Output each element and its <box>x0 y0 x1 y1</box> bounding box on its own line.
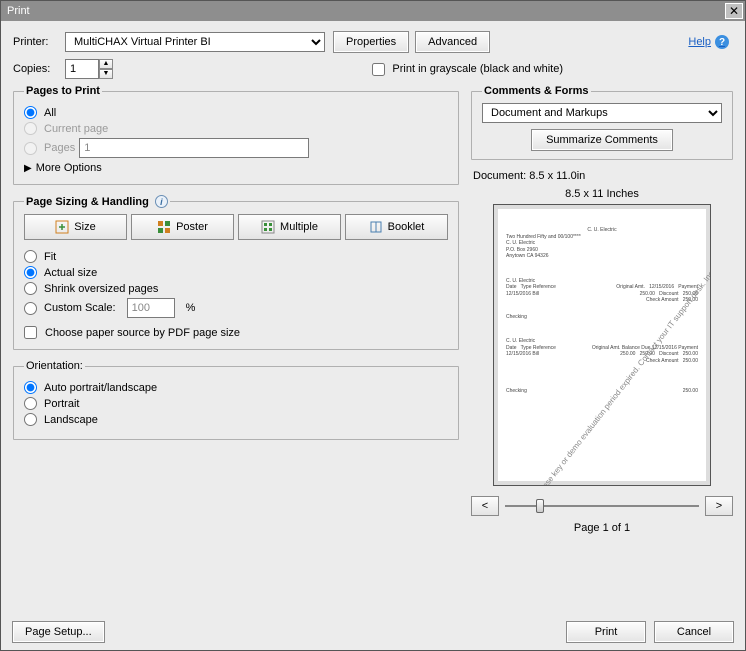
radio-fit-label: Fit <box>44 251 56 263</box>
radio-actual[interactable] <box>24 266 37 279</box>
comments-legend: Comments & Forms <box>482 85 591 97</box>
close-button[interactable]: ✕ <box>725 3 743 19</box>
triangle-right-icon: ▶ <box>24 163 32 174</box>
info-icon[interactable]: i <box>155 195 168 208</box>
tab-booklet[interactable]: Booklet <box>345 214 448 240</box>
radio-landscape-label: Landscape <box>44 414 98 426</box>
close-icon: ✕ <box>729 4 739 18</box>
copies-label: Copies: <box>13 63 65 75</box>
orientation-legend: Orientation: <box>24 360 85 372</box>
radio-pages-label: Pages <box>44 142 75 154</box>
choose-source-label: Choose paper source by PDF page size <box>45 327 240 339</box>
grayscale-label: Print in grayscale (black and white) <box>392 63 563 75</box>
radio-auto-orient-label: Auto portrait/landscape <box>44 382 157 394</box>
radio-actual-label: Actual size <box>44 267 97 279</box>
page-setup-button[interactable]: Page Setup... <box>12 621 105 643</box>
cancel-button[interactable]: Cancel <box>654 621 734 643</box>
radio-custom[interactable] <box>24 302 37 315</box>
help-link[interactable]: Help ? <box>688 35 729 49</box>
radio-shrink[interactable] <box>24 282 37 295</box>
grayscale-checkbox[interactable] <box>372 63 385 76</box>
percent-label: % <box>186 302 196 314</box>
properties-button[interactable]: Properties <box>333 31 409 53</box>
poster-icon <box>157 220 171 234</box>
copies-spinner: ▲ ▼ <box>99 59 113 79</box>
advanced-button[interactable]: Advanced <box>415 31 490 53</box>
window-title: Print <box>7 5 30 17</box>
tab-poster[interactable]: Poster <box>131 214 234 240</box>
orientation-group: Orientation: Auto portrait/landscape Por… <box>13 360 459 440</box>
radio-current <box>24 122 37 135</box>
preview-prev-button[interactable]: < <box>471 496 499 516</box>
sizing-legend: Page Sizing & Handling i <box>24 195 170 208</box>
comments-select[interactable]: Document and Markups <box>482 103 722 123</box>
size-icon <box>55 220 69 234</box>
titlebar: Print ✕ <box>1 1 745 21</box>
tab-multiple[interactable]: Multiple <box>238 214 341 240</box>
radio-pages <box>24 142 37 155</box>
radio-landscape[interactable] <box>24 413 37 426</box>
booklet-icon <box>369 220 383 234</box>
custom-scale-input <box>127 298 175 318</box>
document-size-label: Document: 8.5 x 11.0in <box>473 170 733 182</box>
pages-to-print-group: Pages to Print All Current page Pages ▶ … <box>13 85 459 185</box>
copies-input[interactable] <box>65 59 99 79</box>
preview-zoom-slider[interactable] <box>505 499 699 513</box>
radio-all-label: All <box>44 107 56 119</box>
page-counter: Page 1 of 1 <box>471 522 733 534</box>
radio-portrait[interactable] <box>24 397 37 410</box>
tab-size[interactable]: Size <box>24 214 127 240</box>
print-preview: C. U. Electric Two Hundred Fifty and 00/… <box>493 204 711 486</box>
multiple-icon <box>261 220 275 234</box>
more-options-toggle[interactable]: ▶ More Options <box>24 162 448 174</box>
radio-fit[interactable] <box>24 250 37 263</box>
radio-custom-label: Custom Scale: <box>44 302 116 314</box>
radio-auto-orient[interactable] <box>24 381 37 394</box>
comments-group: Comments & Forms Document and Markups Su… <box>471 85 733 160</box>
sizing-group: Page Sizing & Handling i Size Poster Mul… <box>13 195 459 350</box>
more-options-label: More Options <box>36 162 102 174</box>
copies-up-button[interactable]: ▲ <box>99 59 113 69</box>
printer-select[interactable]: MultiCHAX Virtual Printer BI <box>65 32 325 52</box>
radio-shrink-label: Shrink oversized pages <box>44 283 158 295</box>
print-button[interactable]: Print <box>566 621 646 643</box>
radio-portrait-label: Portrait <box>44 398 79 410</box>
copies-down-button[interactable]: ▼ <box>99 69 113 79</box>
summarize-comments-button[interactable]: Summarize Comments <box>531 129 673 151</box>
radio-current-label: Current page <box>44 123 108 135</box>
radio-all[interactable] <box>24 106 37 119</box>
pages-input <box>79 138 309 158</box>
pages-to-print-legend: Pages to Print <box>24 85 102 97</box>
printer-label: Printer: <box>13 36 65 48</box>
help-icon: ? <box>715 35 729 49</box>
choose-source-checkbox[interactable] <box>24 326 37 339</box>
grayscale-row: Print in grayscale (black and white) <box>372 63 563 76</box>
preview-next-button[interactable]: > <box>705 496 733 516</box>
preview-page-size-label: 8.5 x 11 Inches <box>471 188 733 200</box>
help-label: Help <box>688 36 711 48</box>
